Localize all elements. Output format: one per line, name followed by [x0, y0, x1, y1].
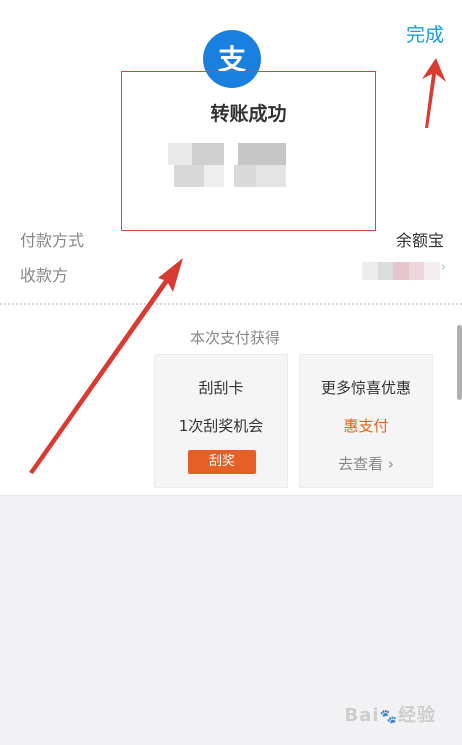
- payment-method-value: 余额宝: [395, 231, 444, 250]
- scratch-card-subtitle: 1次刮奖机会: [178, 417, 264, 435]
- payment-method-label: 付款方式: [20, 231, 85, 250]
- payee-label: 收款方: [20, 266, 69, 285]
- amount-mosaic: [168, 143, 286, 189]
- transfer-success-title: 转账成功: [210, 103, 287, 125]
- scrollbar[interactable]: [457, 325, 462, 400]
- paw-icon: 🐾: [379, 709, 398, 725]
- scratch-card-title: 刮刮卡: [198, 379, 244, 397]
- scratch-button[interactable]: 刮奖: [188, 450, 256, 474]
- done-button[interactable]: 完成: [406, 20, 444, 47]
- baidu-jingyan-watermark: Bai🐾经验: [344, 705, 436, 726]
- more-offers-highlight: 惠支付: [343, 417, 389, 435]
- more-offers-card[interactable]: 更多惊喜优惠 惠支付 去查看 ›: [299, 354, 433, 488]
- payee-mosaic[interactable]: [362, 262, 440, 280]
- more-offers-title: 更多惊喜优惠: [320, 379, 411, 397]
- view-offers-link[interactable]: 去查看 ›: [300, 453, 432, 474]
- rewards-section-label: 本次支付获得: [189, 329, 280, 347]
- scratch-card[interactable]: 刮刮卡 1次刮奖机会 刮奖: [154, 354, 288, 488]
- payee-chevron-icon[interactable]: ›: [441, 260, 446, 275]
